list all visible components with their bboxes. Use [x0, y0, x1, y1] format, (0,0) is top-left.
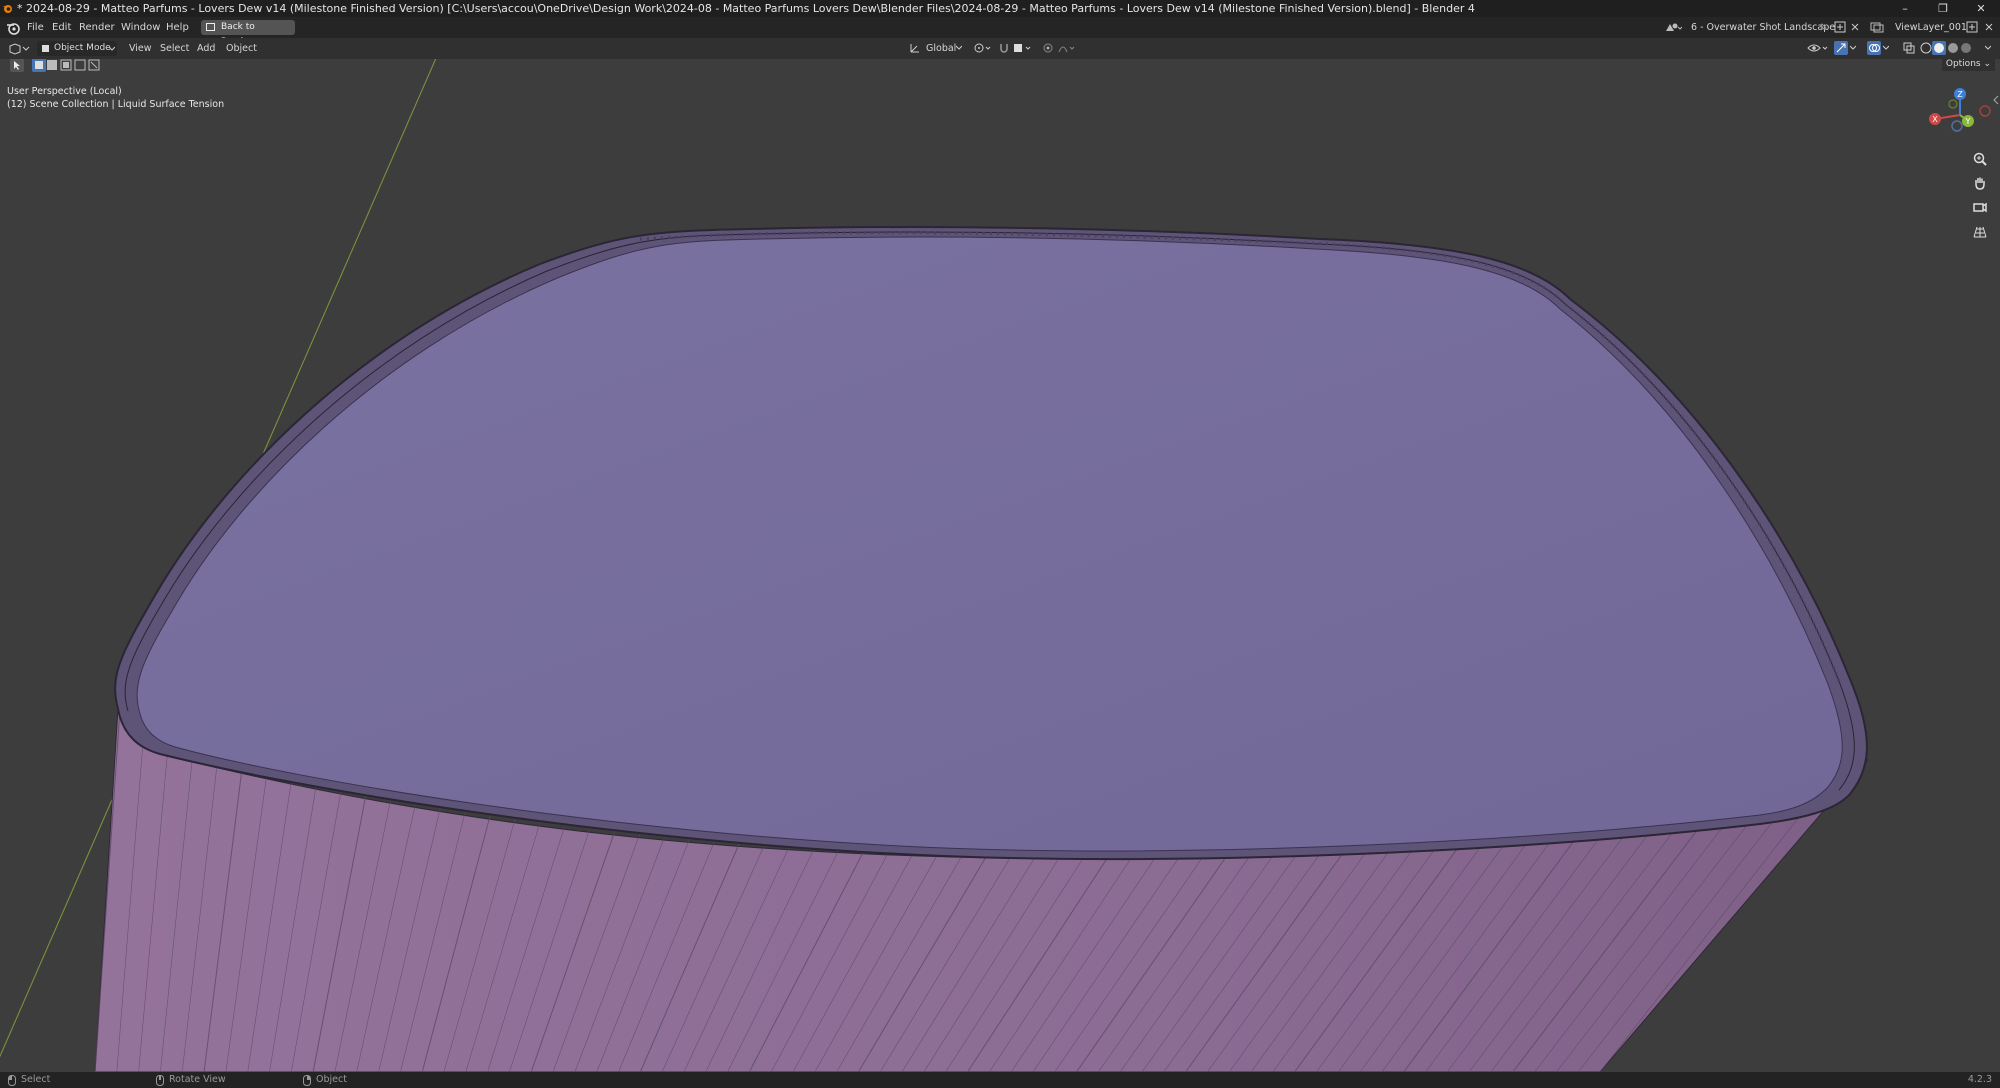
- status-bar: Select Rotate View Object 4.2.3: [0, 1072, 2000, 1088]
- object-mode-label: Object Mode: [54, 43, 111, 53]
- camera-view-icon[interactable]: [1972, 199, 1988, 215]
- selectability-visibility-icon[interactable]: [1807, 42, 1829, 54]
- object-mode-dropdown[interactable]: Object Mode: [37, 41, 117, 56]
- x-axis-label: X: [1932, 115, 1938, 124]
- shading-modes-icon[interactable]: [1919, 41, 1973, 55]
- menu-edit[interactable]: Edit: [52, 17, 71, 38]
- collection-info-label: (12) Scene Collection | Liquid Surface T…: [7, 99, 225, 110]
- status-rotate-view: Rotate View: [169, 1074, 226, 1085]
- window-title: * 2024-08-29 - Matteo Parfums - Lovers D…: [17, 2, 1475, 15]
- delete-scene-icon[interactable]: [1849, 21, 1861, 33]
- menu-file[interactable]: File: [27, 17, 44, 38]
- selection-mode-icons[interactable]: [32, 59, 104, 72]
- snap-target-icon[interactable]: [1012, 42, 1034, 54]
- pin-scene-icon[interactable]: [1818, 22, 1828, 32]
- pan-hand-icon[interactable]: [1972, 175, 1988, 191]
- blender-logo-icon[interactable]: [6, 21, 20, 35]
- screen-back-icon: [206, 23, 215, 31]
- menu-select[interactable]: Select: [160, 38, 189, 59]
- gizmo-toggle-icon[interactable]: [1834, 41, 1848, 55]
- chevron-down-icon[interactable]: [1850, 45, 1856, 50]
- proportional-editing-icon[interactable]: [1042, 42, 1054, 54]
- pivot-point-icon[interactable]: [973, 42, 993, 54]
- chevron-down-icon[interactable]: [1883, 45, 1889, 50]
- transform-orientation-dropdown[interactable]: Global: [926, 38, 956, 59]
- viewport-scene[interactable]: [0, 59, 2000, 1072]
- 3d-viewport[interactable]: User Perspective (Local) (12) Scene Coll…: [0, 59, 2000, 1072]
- viewport-header: Object Mode View Select Add Object Globa…: [0, 38, 2000, 59]
- status-object: Object: [316, 1074, 347, 1085]
- overlays-toggle-icon[interactable]: [1867, 41, 1881, 55]
- perspective-toggle-icon[interactable]: [1972, 223, 1988, 239]
- minimize-button[interactable]: –: [1886, 0, 1924, 17]
- scene-icon[interactable]: [1664, 21, 1682, 34]
- status-select: Select: [21, 1074, 51, 1085]
- chevron-down-icon: [956, 45, 962, 50]
- view-name-label: User Perspective (Local): [7, 86, 122, 97]
- blender-app-icon: [3, 5, 12, 13]
- menu-window[interactable]: Window: [121, 17, 160, 38]
- window-title-bar: * 2024-08-29 - Matteo Parfums - Lovers D…: [0, 0, 2000, 17]
- menu-help[interactable]: Help: [166, 17, 189, 38]
- falloff-icon[interactable]: [1058, 42, 1076, 54]
- mouse-left-icon: [8, 1075, 16, 1086]
- zoom-icon[interactable]: [1972, 151, 1988, 167]
- new-scene-icon[interactable]: [1834, 21, 1846, 33]
- maximize-button[interactable]: ❐: [1924, 0, 1962, 17]
- mouse-right-icon: [303, 1075, 311, 1086]
- new-view-layer-icon[interactable]: [1966, 21, 1978, 33]
- y-axis-label: Y: [1965, 117, 1971, 126]
- menu-add[interactable]: Add: [197, 38, 215, 59]
- mouse-middle-icon: [156, 1075, 164, 1086]
- object-mode-icon: [42, 45, 49, 52]
- blender-version: 4.2.3: [1967, 1074, 1992, 1085]
- xray-toggle-icon[interactable]: [1903, 42, 1915, 54]
- menu-render[interactable]: Render: [79, 17, 115, 38]
- back-to-previous-button[interactable]: Back to Previous: [201, 20, 295, 47]
- window-controls: – ❐ ✕: [1886, 0, 2000, 17]
- options-dropdown[interactable]: Options ⌄: [1941, 59, 1995, 71]
- select-tool-icon[interactable]: [10, 59, 24, 72]
- close-button[interactable]: ✕: [1962, 0, 2000, 17]
- transform-orientation-icon: [910, 44, 919, 53]
- view-layer-icon[interactable]: [1870, 21, 1888, 34]
- options-label: Options: [1945, 59, 1981, 69]
- sidebar-toggle-icon[interactable]: [1993, 95, 1999, 105]
- snap-icon[interactable]: [998, 42, 1010, 54]
- top-menu-bar: File Edit Render Window Help Back to Pre…: [0, 17, 2000, 47]
- editor-type-icon[interactable]: [8, 42, 30, 55]
- scene-name[interactable]: 6 - Overwater Shot Landscape: [1691, 17, 1835, 38]
- chevron-down-icon: [109, 46, 115, 51]
- menu-object[interactable]: Object: [226, 38, 257, 59]
- menu-view[interactable]: View: [129, 38, 152, 59]
- chevron-down-icon[interactable]: [1985, 45, 1991, 50]
- z-axis-label: Z: [1957, 90, 1963, 99]
- delete-view-layer-icon[interactable]: [1983, 21, 1995, 33]
- navigation-gizmo[interactable]: Z Y X: [1925, 85, 1995, 145]
- view-layer-name[interactable]: ViewLayer_001: [1895, 17, 1967, 38]
